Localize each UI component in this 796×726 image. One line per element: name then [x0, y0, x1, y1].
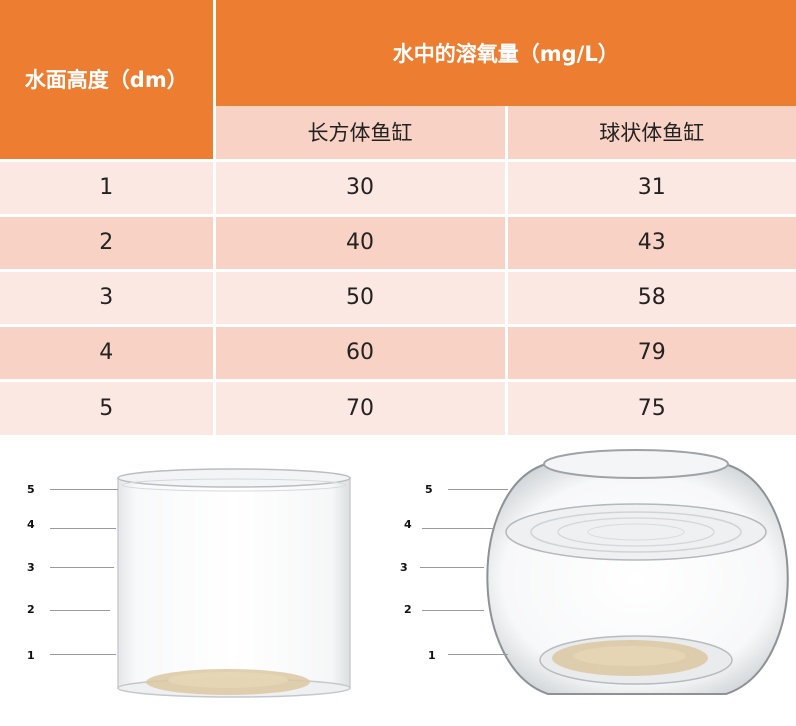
level-label: 5	[425, 483, 433, 496]
cell-height: 1	[0, 160, 216, 215]
col-rect-tank-text: 长方体鱼缸	[307, 121, 413, 146]
level-label: 2	[404, 603, 412, 616]
round-tank-figure: 5 4 3 2 1	[398, 432, 796, 726]
header-water-height-text: 水面高度（dm）	[24, 68, 188, 93]
cell-rect: 30	[214, 160, 508, 215]
level-line	[448, 654, 508, 655]
table-row: 3 50 58	[0, 270, 796, 325]
level-line	[420, 567, 484, 568]
table-row: 1 30 31	[0, 160, 796, 215]
col-round-tank: 球状体鱼缸	[506, 106, 796, 160]
rect-tank-illustration	[117, 468, 351, 698]
cell-height: 3	[0, 270, 216, 325]
oxygen-table: 水面高度（dm） 水中的溶氧量（mg/L） 长方体鱼缸 球状体鱼缸 1 30 3…	[0, 0, 796, 435]
round-tank-illustration	[486, 449, 789, 695]
level-line	[50, 528, 116, 529]
table-row: 2 40 43	[0, 215, 796, 270]
level-label: 4	[27, 518, 35, 531]
header-water-height: 水面高度（dm）	[0, 0, 216, 160]
level-line	[50, 654, 116, 655]
level-line	[50, 567, 114, 568]
cell-round: 43	[506, 215, 796, 270]
col-round-tank-text: 球状体鱼缸	[599, 121, 705, 146]
cell-rect: 60	[214, 325, 508, 380]
cell-height: 4	[0, 325, 216, 380]
table-row: 4 60 79	[0, 325, 796, 380]
cell-rect: 40	[214, 215, 508, 270]
cell-round: 58	[506, 270, 796, 325]
col-rect-tank: 长方体鱼缸	[214, 106, 508, 160]
level-label: 5	[27, 483, 35, 496]
cell-round: 75	[506, 380, 796, 435]
cell-round: 31	[506, 160, 796, 215]
level-line	[422, 528, 494, 529]
level-label: 1	[428, 649, 436, 662]
header-oxygen-text: 水中的溶氧量（mg/L）	[392, 42, 619, 66]
cell-rect: 70	[214, 380, 508, 435]
level-label: 1	[27, 649, 35, 662]
cell-height: 5	[0, 380, 216, 435]
level-line	[422, 610, 484, 611]
level-line	[50, 610, 110, 611]
level-line	[50, 489, 118, 490]
level-label: 3	[400, 561, 408, 574]
level-label: 4	[404, 518, 412, 531]
table-row: 5 70 75	[0, 380, 796, 435]
level-line	[448, 489, 508, 490]
header-oxygen: 水中的溶氧量（mg/L）	[214, 0, 796, 106]
cell-rect: 50	[214, 270, 508, 325]
level-label: 3	[27, 561, 35, 574]
rect-tank-figure: 5 4 3 2 1	[0, 432, 400, 726]
level-label: 2	[27, 603, 35, 616]
cell-height: 2	[0, 215, 216, 270]
cell-round: 79	[506, 325, 796, 380]
